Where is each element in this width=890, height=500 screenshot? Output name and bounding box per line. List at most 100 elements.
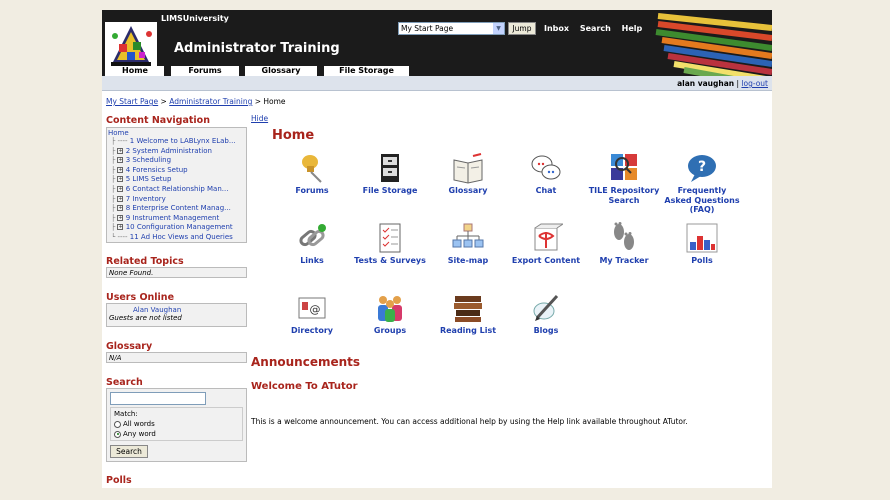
user-separator: |: [736, 79, 740, 88]
breadcrumb-current: > Home: [254, 97, 286, 106]
site-name[interactable]: LIMSUniversity: [161, 14, 229, 23]
content-navigation-title: Content Navigation: [106, 115, 210, 126]
online-user[interactable]: Alan Vaughan: [109, 306, 244, 314]
question-bubble-icon[interactable]: ?: [685, 152, 719, 184]
tests-surveys-tool[interactable]: Tests & Surveys: [351, 222, 429, 266]
all-words-radio[interactable]: [114, 420, 121, 428]
expand-icon[interactable]: +: [117, 176, 124, 183]
chat-tool[interactable]: Chat: [507, 152, 585, 196]
match-label: Match:: [114, 410, 138, 418]
jump-button[interactable]: Jump: [508, 22, 536, 35]
breadcrumb: My Start Page > Administrator Training >…: [106, 97, 286, 106]
announcements-title: Announcements: [251, 355, 361, 369]
people-icon[interactable]: [373, 292, 407, 324]
users-online-title: Users Online: [106, 292, 175, 303]
pen-icon[interactable]: [529, 292, 563, 324]
svg-text:@: @: [310, 303, 321, 316]
search-link[interactable]: Search: [580, 24, 611, 33]
user-bar: alan vaughan | log-out: [102, 76, 772, 91]
any-word-radio[interactable]: [114, 430, 121, 438]
tile-repository-search-tool[interactable]: TILE Repository Search: [585, 152, 663, 205]
nav-item[interactable]: ├ + 5 LIMS Setup: [107, 175, 246, 185]
jump-select[interactable]: My Start Page ▼: [398, 22, 505, 35]
any-word-option[interactable]: Any word: [114, 430, 239, 438]
chat-bubbles-icon[interactable]: [529, 152, 563, 184]
breadcrumb-course[interactable]: Administrator Training: [169, 97, 252, 106]
forums-tool[interactable]: Forums: [273, 152, 351, 196]
checklist-icon[interactable]: [373, 222, 407, 254]
search-title: Search: [106, 377, 143, 388]
pushpin-icon[interactable]: [295, 152, 329, 184]
book-icon[interactable]: [451, 152, 485, 184]
expand-icon[interactable]: +: [117, 224, 124, 231]
polls-tool[interactable]: Polls: [663, 222, 741, 266]
polls-label: Polls: [691, 256, 713, 265]
related-topics-title: Related Topics: [106, 256, 184, 267]
nav-item[interactable]: ├ + 9 Instrument Management: [107, 214, 246, 224]
inbox-link[interactable]: Inbox: [544, 24, 569, 33]
glossary-tool[interactable]: Glossary: [429, 152, 507, 196]
export-content-tool[interactable]: Export Content: [507, 222, 585, 266]
polls-title: Polls: [106, 475, 132, 486]
header-bar: LIMSUniversity Administrator Training My…: [102, 10, 772, 76]
nav-item[interactable]: ├ + 10 Configuration Management: [107, 223, 246, 233]
links-tool[interactable]: Links: [273, 222, 351, 266]
books-icon[interactable]: [451, 292, 485, 324]
tab-glossary[interactable]: Glossary: [245, 66, 317, 76]
groups-tool[interactable]: Groups: [351, 292, 429, 336]
expand-icon[interactable]: +: [117, 205, 124, 212]
all-words-option[interactable]: All words: [114, 420, 239, 428]
search-input[interactable]: [110, 392, 206, 405]
expand-icon[interactable]: +: [117, 185, 124, 192]
nav-item[interactable]: ├ + 7 Inventory: [107, 195, 246, 205]
announcement-title: Welcome To ATutor: [251, 381, 358, 392]
puzzle-search-icon[interactable]: [607, 152, 641, 184]
my-tracker-tool[interactable]: My Tracker: [585, 222, 663, 266]
nav-item[interactable]: ├ + 6 Contact Relationship Man...: [107, 185, 246, 195]
sitemap-icon[interactable]: [451, 222, 485, 254]
directory-tool[interactable]: @ Directory: [273, 292, 351, 336]
nav-item[interactable]: └ ---- 11 Ad Hoc Views and Queries: [107, 233, 246, 243]
any-word-label: Any word: [123, 430, 156, 438]
nav-home-link[interactable]: Home: [107, 129, 246, 137]
filing-cabinet-icon[interactable]: [373, 152, 407, 184]
hide-menu-link[interactable]: Hide: [251, 114, 268, 123]
course-title[interactable]: Administrator Training: [174, 41, 340, 56]
nav-item[interactable]: ├ ---- 1 Welcome to LABLynx ELab...: [107, 137, 246, 147]
glossary-label: Glossary: [448, 186, 488, 195]
expand-icon[interactable]: +: [117, 157, 124, 164]
expand-icon[interactable]: +: [117, 147, 124, 154]
groups-label: Groups: [373, 326, 407, 335]
tab-file-storage[interactable]: File Storage: [324, 66, 409, 76]
jump-select-value: My Start Page: [401, 24, 454, 33]
package-icon[interactable]: [529, 222, 565, 254]
links-label: Links: [300, 256, 324, 265]
nav-item[interactable]: ├ + 4 Forensics Setup: [107, 166, 246, 176]
faq-tool[interactable]: ? Frequently Asked Questions (FAQ): [663, 152, 741, 215]
help-link[interactable]: Help: [622, 24, 643, 33]
search-panel: Match: All words Any word Search: [106, 388, 247, 462]
contact-card-icon[interactable]: @: [295, 292, 329, 324]
chevron-down-icon[interactable]: ▼: [493, 23, 504, 34]
blogs-tool[interactable]: Blogs: [507, 292, 585, 336]
chat-label: Chat: [535, 186, 557, 195]
expand-icon[interactable]: +: [117, 166, 124, 173]
reading-list-tool[interactable]: Reading List: [429, 292, 507, 336]
file-storage-tool[interactable]: File Storage: [351, 152, 429, 196]
expand-icon[interactable]: +: [117, 195, 124, 202]
footprints-icon[interactable]: [607, 222, 641, 254]
nav-item[interactable]: ├ + 2 System Administration: [107, 147, 246, 157]
nav-item[interactable]: ├ + 8 Enterprise Content Manag...: [107, 204, 246, 214]
tab-forums[interactable]: Forums: [171, 66, 239, 76]
expand-icon[interactable]: +: [117, 214, 124, 221]
user-info: alan vaughan | log-out: [677, 79, 768, 88]
site-map-tool[interactable]: Site-map: [429, 222, 507, 266]
bar-chart-icon[interactable]: [685, 222, 719, 254]
forums-label: Forums: [295, 186, 329, 195]
breadcrumb-start-page[interactable]: My Start Page: [106, 97, 158, 106]
search-button[interactable]: Search: [110, 445, 148, 458]
logout-link[interactable]: log-out: [741, 79, 768, 88]
chain-link-icon[interactable]: [295, 222, 329, 254]
nav-item[interactable]: ├ + 3 Scheduling: [107, 156, 246, 166]
tab-home[interactable]: Home: [106, 66, 164, 76]
